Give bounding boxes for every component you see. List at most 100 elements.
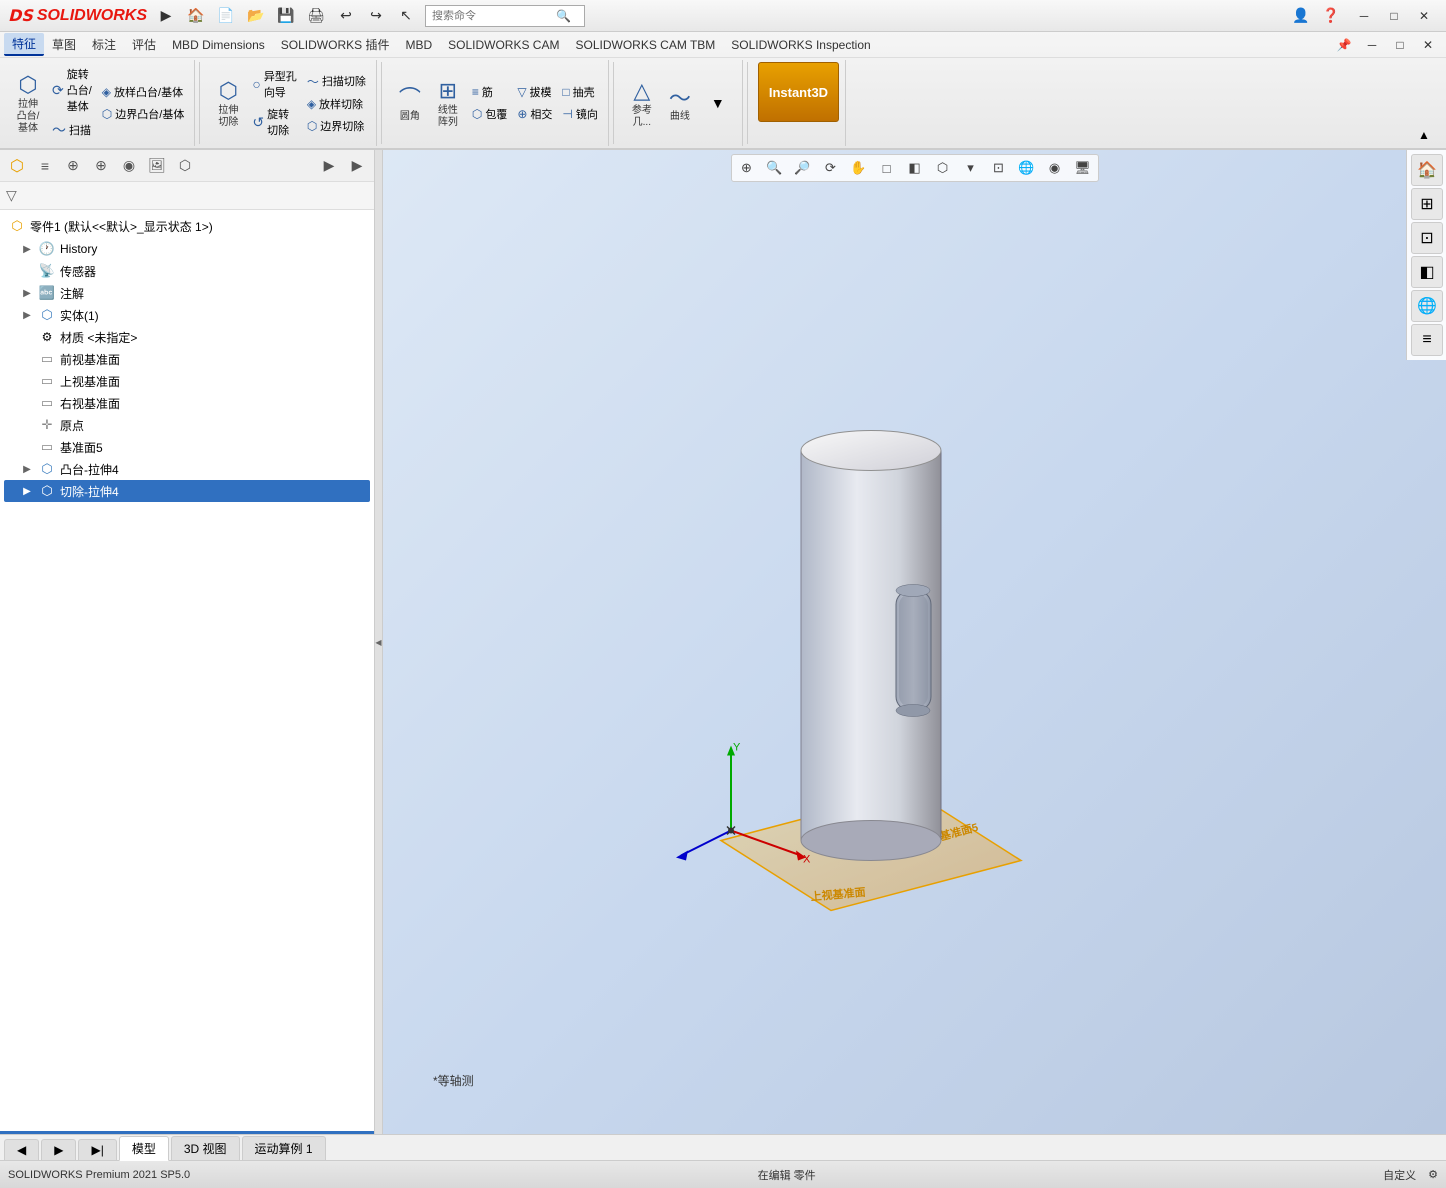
pointer-btn[interactable]: ↖	[395, 5, 417, 27]
tree-sensor[interactable]: ▶ 📡 传感器	[4, 260, 370, 282]
print-btn[interactable]: 🖨	[305, 5, 327, 27]
tab-mbd[interactable]: MBD	[397, 36, 440, 54]
search-box[interactable]: 🔍	[425, 5, 585, 27]
new-btn[interactable]: 📄	[215, 5, 237, 27]
cut-extrude4-expand[interactable]: ▶	[20, 484, 34, 498]
tree-annotation[interactable]: ▶ 🔤 注解	[4, 282, 370, 304]
reference-geo-btn[interactable]: △ 参考几...	[624, 75, 660, 131]
vp-zoom-fit[interactable]: ⊕	[734, 157, 760, 179]
boundary-cut-btn[interactable]: ⬡ 边界切除	[303, 116, 370, 136]
tab-sw-plugins[interactable]: SOLIDWORKS 插件	[273, 34, 398, 55]
tree-material[interactable]: ▶ ⚙ 材质 <未指定>	[4, 326, 370, 348]
more-btn[interactable]: ▼	[700, 87, 736, 119]
tree-history[interactable]: ▶ 🕐 History	[4, 238, 370, 260]
open-btn[interactable]: 📂	[245, 5, 267, 27]
ribbon-pin-btn[interactable]: 📌	[1330, 34, 1358, 56]
rp-home-btn[interactable]: 🏠	[1411, 154, 1443, 186]
part-view-btn[interactable]: ⬡	[4, 154, 30, 178]
tab-mbd-dim[interactable]: MBD Dimensions	[164, 36, 273, 54]
tree-right-plane[interactable]: ▶ ▭ 右视基准面	[4, 392, 370, 414]
play-btn[interactable]: ▶	[155, 5, 177, 27]
loft-cut-btn[interactable]: ◈ 放样切除	[303, 94, 370, 114]
tree-boss-extrude4[interactable]: ▶ ⬡ 凸台-拉伸4	[4, 458, 370, 480]
dimexpert-btn[interactable]: ◉	[116, 154, 142, 178]
vp-view-orient[interactable]: ⊡	[986, 157, 1012, 179]
tab-evaluate[interactable]: 评估	[124, 34, 164, 55]
tab-features[interactable]: 特征	[4, 33, 44, 56]
vp-appearance[interactable]: 🌐	[1014, 157, 1040, 179]
search-input[interactable]	[432, 10, 552, 22]
rp-appearance-btn[interactable]: ≡	[1411, 324, 1443, 356]
config-mgr-btn[interactable]: ⊕	[60, 154, 86, 178]
revolve-boss-btn[interactable]: ⟳ 旋转凸台/基体	[48, 64, 96, 116]
tab-3dview[interactable]: 3D 视图	[171, 1136, 240, 1160]
rp-section-btn[interactable]: ◧	[1411, 256, 1443, 288]
boss-extrude4-expand[interactable]: ▶	[20, 462, 34, 476]
wrap-btn[interactable]: ⬡ 包覆	[468, 104, 511, 124]
appearances-btn[interactable]: ⬡	[172, 154, 198, 178]
dxfanalysis-btn[interactable]: ⊕	[88, 154, 114, 178]
tab-sw-cam[interactable]: SOLIDWORKS CAM	[440, 36, 567, 54]
revolve-cut-btn[interactable]: ↺ 旋转切除	[248, 104, 300, 140]
vp-display2[interactable]: ▾	[958, 157, 984, 179]
rp-view-btn[interactable]: ⊡	[1411, 222, 1443, 254]
solid-body-expand[interactable]: ▶	[20, 308, 34, 322]
sweep-btn[interactable]: 〜 扫描	[48, 118, 96, 142]
panel-more-arrow[interactable]: ▶	[344, 154, 370, 178]
tab-nav-next[interactable]: ▶	[41, 1139, 76, 1160]
undo-btn[interactable]: ↩	[335, 5, 357, 27]
ribbon-max-btn[interactable]: □	[1386, 34, 1414, 56]
tree-front-plane[interactable]: ▶ ▭ 前视基准面	[4, 348, 370, 370]
history-expand[interactable]: ▶	[20, 242, 34, 256]
extrude-boss-btn[interactable]: ⬡ 拉伸凸台/基体	[10, 69, 46, 137]
status-settings-icon[interactable]: ⚙	[1428, 1168, 1438, 1181]
tab-sw-cam-tbm[interactable]: SOLIDWORKS CAM TBM	[567, 36, 723, 54]
tab-nav-prev[interactable]: ◀	[4, 1139, 39, 1160]
user-btn[interactable]: 👤	[1290, 5, 1312, 27]
tab-sketch[interactable]: 草图	[44, 34, 84, 55]
display-mgr-btn[interactable]: 🖼	[144, 154, 170, 178]
help-btn[interactable]: ❓	[1320, 5, 1342, 27]
tree-cut-extrude4[interactable]: ▶ ⬡ 切除-拉伸4	[4, 480, 370, 502]
tree-plane5[interactable]: ▶ ▭ 基准面5	[4, 436, 370, 458]
minimize-btn[interactable]: ─	[1350, 5, 1378, 27]
vp-zoom-out[interactable]: 🔎	[790, 157, 816, 179]
sweep-cut-btn[interactable]: 〜 扫描切除	[303, 71, 370, 92]
linear-pattern-btn[interactable]: ⊞ 线性阵列	[430, 75, 466, 131]
vp-realview[interactable]: ◉	[1042, 157, 1068, 179]
curves-btn[interactable]: 〜 曲线	[662, 81, 698, 125]
ribbon-close-btn[interactable]: ✕	[1414, 34, 1442, 56]
shell-btn[interactable]: □ 抽壳	[558, 82, 601, 102]
tab-nav-end[interactable]: ▶|	[78, 1139, 116, 1160]
hole-wizard-btn[interactable]: ○ 异型孔向导	[248, 66, 300, 102]
tree-root-item[interactable]: ⬡ 零件1 (默认<<默认>_显示状态 1>)	[4, 214, 370, 238]
tab-sw-inspection[interactable]: SOLIDWORKS Inspection	[723, 36, 878, 54]
vp-rotate[interactable]: ⟳	[818, 157, 844, 179]
vp-select-faces[interactable]: □	[874, 157, 900, 179]
vp-pan[interactable]: ✋	[846, 157, 872, 179]
boundary-boss-btn[interactable]: ⬡ 边界凸台/基体	[98, 104, 189, 124]
home-btn[interactable]: 🏠	[185, 5, 207, 27]
property-mgr-btn[interactable]: ≡	[32, 154, 58, 178]
panel-right-arrow[interactable]: ▶	[316, 154, 342, 178]
extrude-cut-btn[interactable]: ⬡ 拉伸切除	[210, 75, 246, 131]
panel-collapse-handle[interactable]: ◀	[375, 150, 383, 1134]
fillet-btn[interactable]: ⌒ 圆角	[392, 81, 428, 125]
tree-solid-body[interactable]: ▶ ⬡ 实体(1)	[4, 304, 370, 326]
redo-btn[interactable]: ↪	[365, 5, 387, 27]
vp-section[interactable]: ◧	[902, 157, 928, 179]
rp-zoom-btn[interactable]: ⊞	[1411, 188, 1443, 220]
instant3d-btn[interactable]: Instant3D	[758, 62, 839, 122]
tab-annotation[interactable]: 标注	[84, 34, 124, 55]
ribbon-min-btn[interactable]: ─	[1358, 34, 1386, 56]
tab-model[interactable]: 模型	[119, 1136, 169, 1161]
close-btn[interactable]: ✕	[1410, 5, 1438, 27]
rib-btn[interactable]: ≡ 筋	[468, 82, 511, 102]
tree-origin[interactable]: ▶ ✛ 原点	[4, 414, 370, 436]
rp-display-btn[interactable]: 🌐	[1411, 290, 1443, 322]
vp-display1[interactable]: ⬡	[930, 157, 956, 179]
mirror-btn[interactable]: ⊣ 镜向	[558, 104, 601, 124]
loft-boss-btn[interactable]: ◈ 放样凸台/基体	[98, 82, 189, 102]
intersect-btn[interactable]: ⊕ 相交	[513, 104, 556, 124]
tab-motion[interactable]: 运动算例 1	[242, 1136, 326, 1160]
